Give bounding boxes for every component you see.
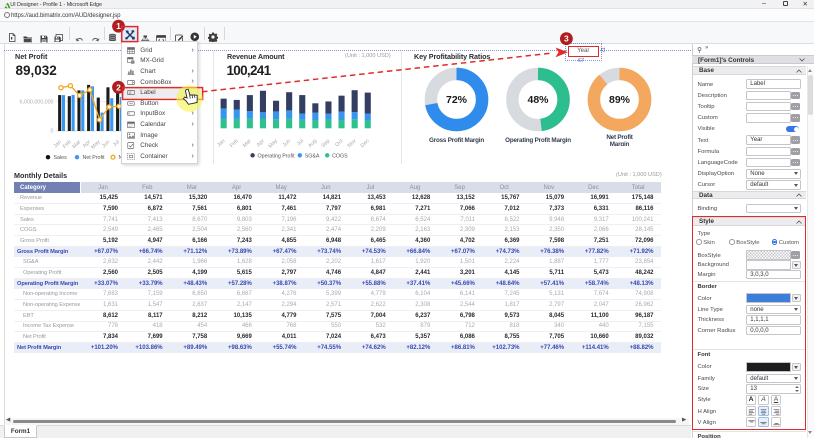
svg-text:1: 1 xyxy=(116,21,121,31)
svg-text:3: 3 xyxy=(564,34,569,44)
svg-text:2: 2 xyxy=(116,82,121,92)
